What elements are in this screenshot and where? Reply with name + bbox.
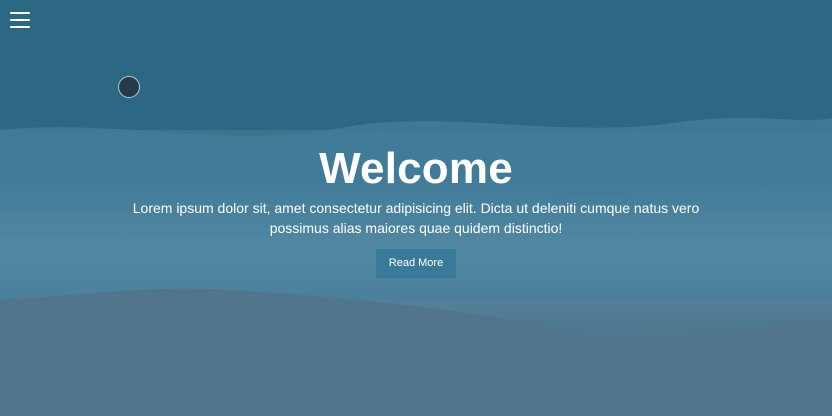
hero-subtitle: Lorem ipsum dolor sit, amet consectetur …: [132, 200, 700, 236]
hero-section: Welcome Lorem ipsum dolor sit, amet cons…: [0, 0, 832, 416]
menu-bar-bottom: [10, 26, 30, 28]
read-more-button[interactable]: Read More: [376, 249, 456, 278]
hero-content: Welcome Lorem ipsum dolor sit, amet cons…: [0, 143, 832, 278]
menu-bar-middle: [10, 19, 30, 21]
hamburger-menu-icon[interactable]: [10, 11, 30, 28]
hero-title: Welcome: [319, 144, 513, 193]
cursor-circle: [118, 76, 140, 98]
menu-bar-top: [10, 12, 30, 14]
